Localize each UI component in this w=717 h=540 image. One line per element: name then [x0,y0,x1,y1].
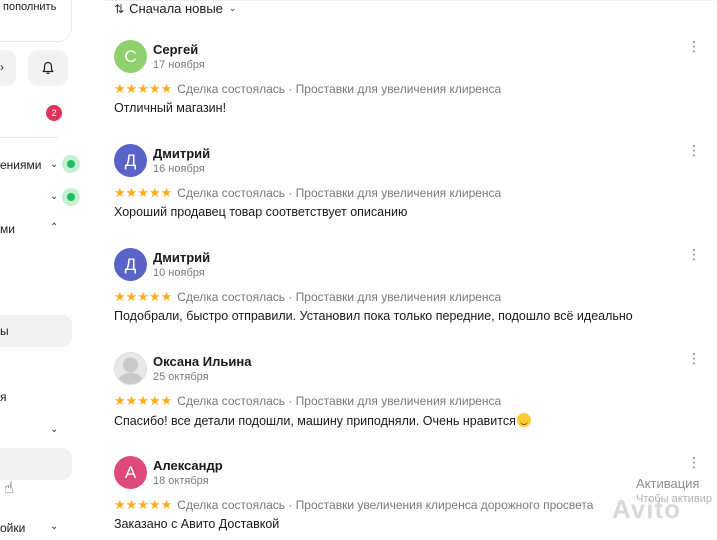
review-text: Подобрали, быстро отправили. Установил п… [114,309,633,323]
reviewer-name[interactable]: Оксана Ильина [153,354,251,369]
chevron-down-icon[interactable]: ⌄ [50,521,58,532]
sort-dropdown[interactable]: ⇅ Сначала новые ⌄ [114,1,236,16]
review-meta-line: ★★★★★ Сделка состоялась · Проставки увел… [114,497,593,513]
review-meta: Сделка состоялась · Проставки увеличения… [177,498,594,512]
topup-label: пополнить [3,1,57,13]
avatar[interactable]: А [114,456,147,489]
review-date: 16 ноября [153,163,205,175]
activation-watermark: Активация Чтобы активир [636,476,712,505]
sidebar-item-label[interactable]: я [0,390,7,404]
review-meta-line: ★★★★★ Сделка состоялась · Проставки для … [114,185,501,201]
reviewer-name[interactable]: Дмитрий [153,250,210,265]
bell-icon [42,61,54,75]
rating-stars: ★★★★★ [114,497,173,512]
reviewer-name[interactable]: Александр [153,458,223,473]
more-options-icon[interactable]: ⋮ [687,39,701,53]
rating-stars: ★★★★★ [114,393,173,408]
review-date: 17 ноября [153,59,205,71]
avatar[interactable] [114,352,147,385]
reviews-panel: ⇅ Сначала новые ⌄ С Сергей 17 ноября ⋮ ★… [104,0,717,540]
notifications-button[interactable] [28,50,68,86]
review-text: Спасибо! все детали подошли, машину прип… [114,414,516,428]
chevron-up-icon[interactable]: ⌃ [50,222,58,233]
online-status-dot [62,188,80,206]
sort-arrows-icon: ⇅ [114,1,125,16]
avatar[interactable]: С [114,40,147,73]
online-status-dot [62,155,80,173]
review-text-line: Спасибо! все детали подошли, машину прип… [114,413,531,428]
avatar[interactable]: Д [114,248,147,281]
sidebar-action-button[interactable]: › [0,50,16,86]
hand-cursor-icon: ☝ [4,480,14,497]
review-meta: Сделка состоялась · Проставки для увелич… [177,186,502,200]
sidebar-item-label[interactable]: ми [0,222,15,236]
review-meta-line: ★★★★★ Сделка состоялась · Проставки для … [114,81,501,97]
reviewer-name[interactable]: Сергей [153,42,198,57]
review-meta-line: ★★★★★ Сделка состоялась · Проставки для … [114,393,501,409]
review-text: Заказано с Авито Доставкой [114,517,280,531]
review-meta: Сделка состоялась · Проставки для увелич… [177,82,502,96]
sidebar-item-hover[interactable] [0,448,72,480]
review-date: 25 октября [153,371,209,383]
sort-label: Сначала новые [129,1,223,16]
rating-stars: ★★★★★ [114,81,173,96]
avatar[interactable]: Д [114,144,147,177]
activation-title: Активация [636,476,700,491]
sidebar-divider [0,137,58,138]
unread-badge: 2 [46,105,62,121]
chevron-down-icon[interactable]: ⌄ [50,159,58,170]
topup-button[interactable]: пополнить [0,0,72,42]
more-options-icon[interactable]: ⋮ [687,351,701,365]
chevron-down-icon: ⌄ [228,3,237,13]
review-date: 18 октября [153,475,209,487]
smiling-emoji-icon [516,413,531,427]
review-meta: Сделка состоялась · Проставки для увелич… [177,290,502,304]
sidebar-item-active[interactable] [0,315,72,347]
more-options-icon[interactable]: ⋮ [687,143,701,157]
sidebar-item-label[interactable]: ы [0,324,9,338]
review-date: 10 ноября [153,267,205,279]
review-meta-line: ★★★★★ Сделка состоялась · Проставки для … [114,289,501,305]
review-text: Хороший продавец товар соответствует опи… [114,205,408,219]
review-text: Отличный магазин! [114,101,227,115]
chevron-down-icon[interactable]: ⌄ [50,191,58,202]
more-options-icon[interactable]: ⋮ [687,455,701,469]
rating-stars: ★★★★★ [114,289,173,304]
sidebar-item-label[interactable]: ениями [0,158,41,172]
activation-subtitle: Чтобы активир [636,493,712,505]
sidebar-item-label[interactable]: ойки [0,521,25,535]
more-options-icon[interactable]: ⋮ [687,247,701,261]
arrow-icon: › [0,60,4,74]
left-sidebar: пополнить › 2 ениями ⌄ ⌄ ми ⌃ ы я ⌄ ☝ ой… [0,0,90,540]
rating-stars: ★★★★★ [114,185,173,200]
reviewer-name[interactable]: Дмитрий [153,146,210,161]
review-meta: Сделка состоялась · Проставки для увелич… [177,394,502,408]
chevron-down-icon[interactable]: ⌄ [50,424,58,435]
